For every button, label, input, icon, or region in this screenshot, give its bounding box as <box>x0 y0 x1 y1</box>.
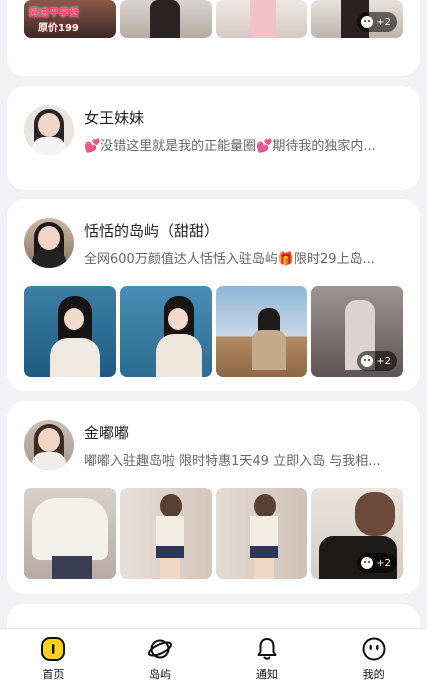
more-photos-badge[interactable]: +2 <box>357 12 397 32</box>
feed: 限进平享受 原价199 +2 女王妹妹 💕没错这里就是我的正能量圈💕期待我的独家… <box>0 0 427 628</box>
bottom-tab-bar: 首页 岛屿 通知 我的 <box>0 628 427 683</box>
post-card[interactable]: 女王妹妹 💕没错这里就是我的正能量圈💕期待我的独家内... <box>7 86 420 190</box>
photo-thumb[interactable]: +2 <box>311 0 403 38</box>
photo-thumb[interactable] <box>215 488 308 579</box>
tab-notifications[interactable]: 通知 <box>214 629 321 683</box>
photo-thumb[interactable] <box>24 488 116 579</box>
post-desc: 嘟嘟入驻趣岛啦 限时特惠1天49 立即入岛 与我相... <box>84 454 381 469</box>
post-card[interactable]: 恬恬的岛屿（甜甜） 全网600万颜值达人恬恬入驻岛屿🎁限时29上岛... +2 <box>7 199 420 391</box>
photo-thumb[interactable] <box>215 0 308 38</box>
post-header: 恬恬的岛屿（甜甜） 全网600万颜值达人恬恬入驻岛屿🎁限时29上岛... <box>24 218 404 268</box>
avatar[interactable] <box>24 420 74 470</box>
smiley-icon <box>361 16 374 28</box>
smiley-icon <box>362 637 386 661</box>
tab-label: 岛屿 <box>149 668 172 681</box>
photo-grid: 限进平享受 原价199 +2 <box>24 0 403 38</box>
post-desc: 💕没错这里就是我的正能量圈💕期待我的独家内... <box>84 139 376 154</box>
avatar[interactable] <box>24 105 74 155</box>
planet-icon <box>148 639 173 659</box>
more-count: +2 <box>376 355 391 367</box>
smiley-icon <box>361 557 374 569</box>
photo-grid: +2 <box>24 286 403 377</box>
post-header: 女王妹妹 💕没错这里就是我的正能量圈💕期待我的独家内... <box>24 105 404 155</box>
post-desc: 全网600万颜值达人恬恬入驻岛屿🎁限时29上岛... <box>84 252 375 267</box>
tab-mine[interactable]: 我的 <box>320 629 427 683</box>
author-name[interactable]: 金嘟嘟 <box>84 422 129 443</box>
photo-thumb[interactable]: 限进平享受 原价199 <box>24 0 116 38</box>
photo-thumb[interactable] <box>119 488 212 579</box>
more-count: +2 <box>376 557 391 569</box>
smiley-icon <box>361 355 374 367</box>
post-card[interactable]: 限进平享受 原价199 +2 <box>7 0 420 76</box>
home-icon <box>41 637 66 661</box>
author-name[interactable]: 恬恬的岛屿（甜甜） <box>84 220 219 241</box>
photo-thumb[interactable]: +2 <box>311 488 403 579</box>
post-header: 金嘟嘟 嘟嘟入驻趣岛啦 限时特惠1天49 立即入岛 与我相... <box>24 420 404 470</box>
promo-price: 原价199 <box>38 23 79 34</box>
tab-island[interactable]: 岛屿 <box>107 629 214 683</box>
photo-grid: +2 <box>24 488 403 579</box>
promo-tag: 限进平享受 <box>29 8 79 19</box>
more-photos-badge[interactable]: +2 <box>357 553 397 573</box>
tab-label: 通知 <box>255 668 278 681</box>
more-count: +2 <box>376 16 391 28</box>
photo-thumb[interactable]: +2 <box>311 286 403 377</box>
post-card[interactable] <box>7 604 420 628</box>
photo-thumb[interactable] <box>24 286 116 377</box>
photo-thumb[interactable] <box>119 286 212 377</box>
tab-home[interactable]: 首页 <box>0 629 107 683</box>
more-photos-badge[interactable]: +2 <box>357 351 397 371</box>
photo-thumb[interactable] <box>119 0 212 38</box>
bell-icon <box>257 638 277 660</box>
tab-label: 首页 <box>42 668 65 681</box>
photo-thumb[interactable] <box>215 286 308 377</box>
tab-label: 我的 <box>362 668 385 681</box>
post-card[interactable]: 金嘟嘟 嘟嘟入驻趣岛啦 限时特惠1天49 立即入岛 与我相... +2 <box>7 401 420 594</box>
author-name[interactable]: 女王妹妹 <box>84 107 144 128</box>
avatar[interactable] <box>24 218 74 268</box>
